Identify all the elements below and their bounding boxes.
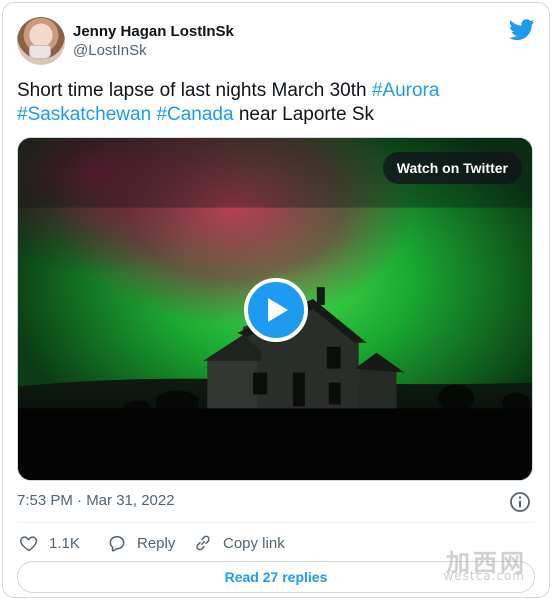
watch-on-twitter-button[interactable]: Watch on Twitter (382, 152, 522, 184)
reply-button[interactable]: Reply (107, 530, 175, 556)
author-names[interactable]: Jenny Hagan LostInSk @LostInSk (73, 23, 234, 61)
read-replies-button[interactable]: Read 27 replies (17, 561, 535, 593)
reply-label: Reply (137, 534, 176, 552)
display-name[interactable]: Jenny Hagan LostInSk (73, 23, 234, 41)
heart-icon (19, 536, 38, 552)
copy-link-label: Copy link (223, 534, 285, 552)
tweet-text-end: near Laporte Sk (233, 104, 375, 125)
divider (17, 522, 535, 523)
twitter-bird-icon[interactable] (509, 19, 535, 41)
copy-link-button[interactable]: Copy link (193, 530, 285, 556)
video-player[interactable]: Watch on Twitter (17, 137, 533, 481)
timestamp[interactable]: 7:53 PM · Mar 31, 2022 (17, 492, 175, 509)
avatar[interactable] (17, 17, 65, 65)
play-button[interactable] (244, 278, 308, 342)
info-icon[interactable] (509, 491, 531, 513)
timestamp-row: 7:53 PM · Mar 31, 2022 (17, 490, 535, 514)
tweet-text: Short time lapse of last nights March 30… (17, 79, 535, 127)
tweet-embed-card: Jenny Hagan LostInSk @LostInSk Short tim… (2, 2, 550, 598)
hashtag-canada[interactable]: #Canada (156, 104, 233, 125)
tweet-header: Jenny Hagan LostInSk @LostInSk (17, 15, 535, 67)
play-icon (268, 298, 288, 322)
reply-icon (109, 536, 125, 552)
like-count: 1.1K (49, 534, 80, 552)
user-handle[interactable]: @LostInSk (73, 41, 234, 61)
hashtag-saskatchewan[interactable]: #Saskatchewan (17, 104, 151, 125)
like-button[interactable]: 1.1K (19, 530, 80, 556)
tweet-actions: 1.1K Reply Copy link (17, 530, 535, 556)
tweet-text-start: Short time lapse of last nights March 30… (17, 80, 372, 101)
hashtag-aurora[interactable]: #Aurora (372, 80, 440, 101)
link-icon (196, 535, 210, 551)
